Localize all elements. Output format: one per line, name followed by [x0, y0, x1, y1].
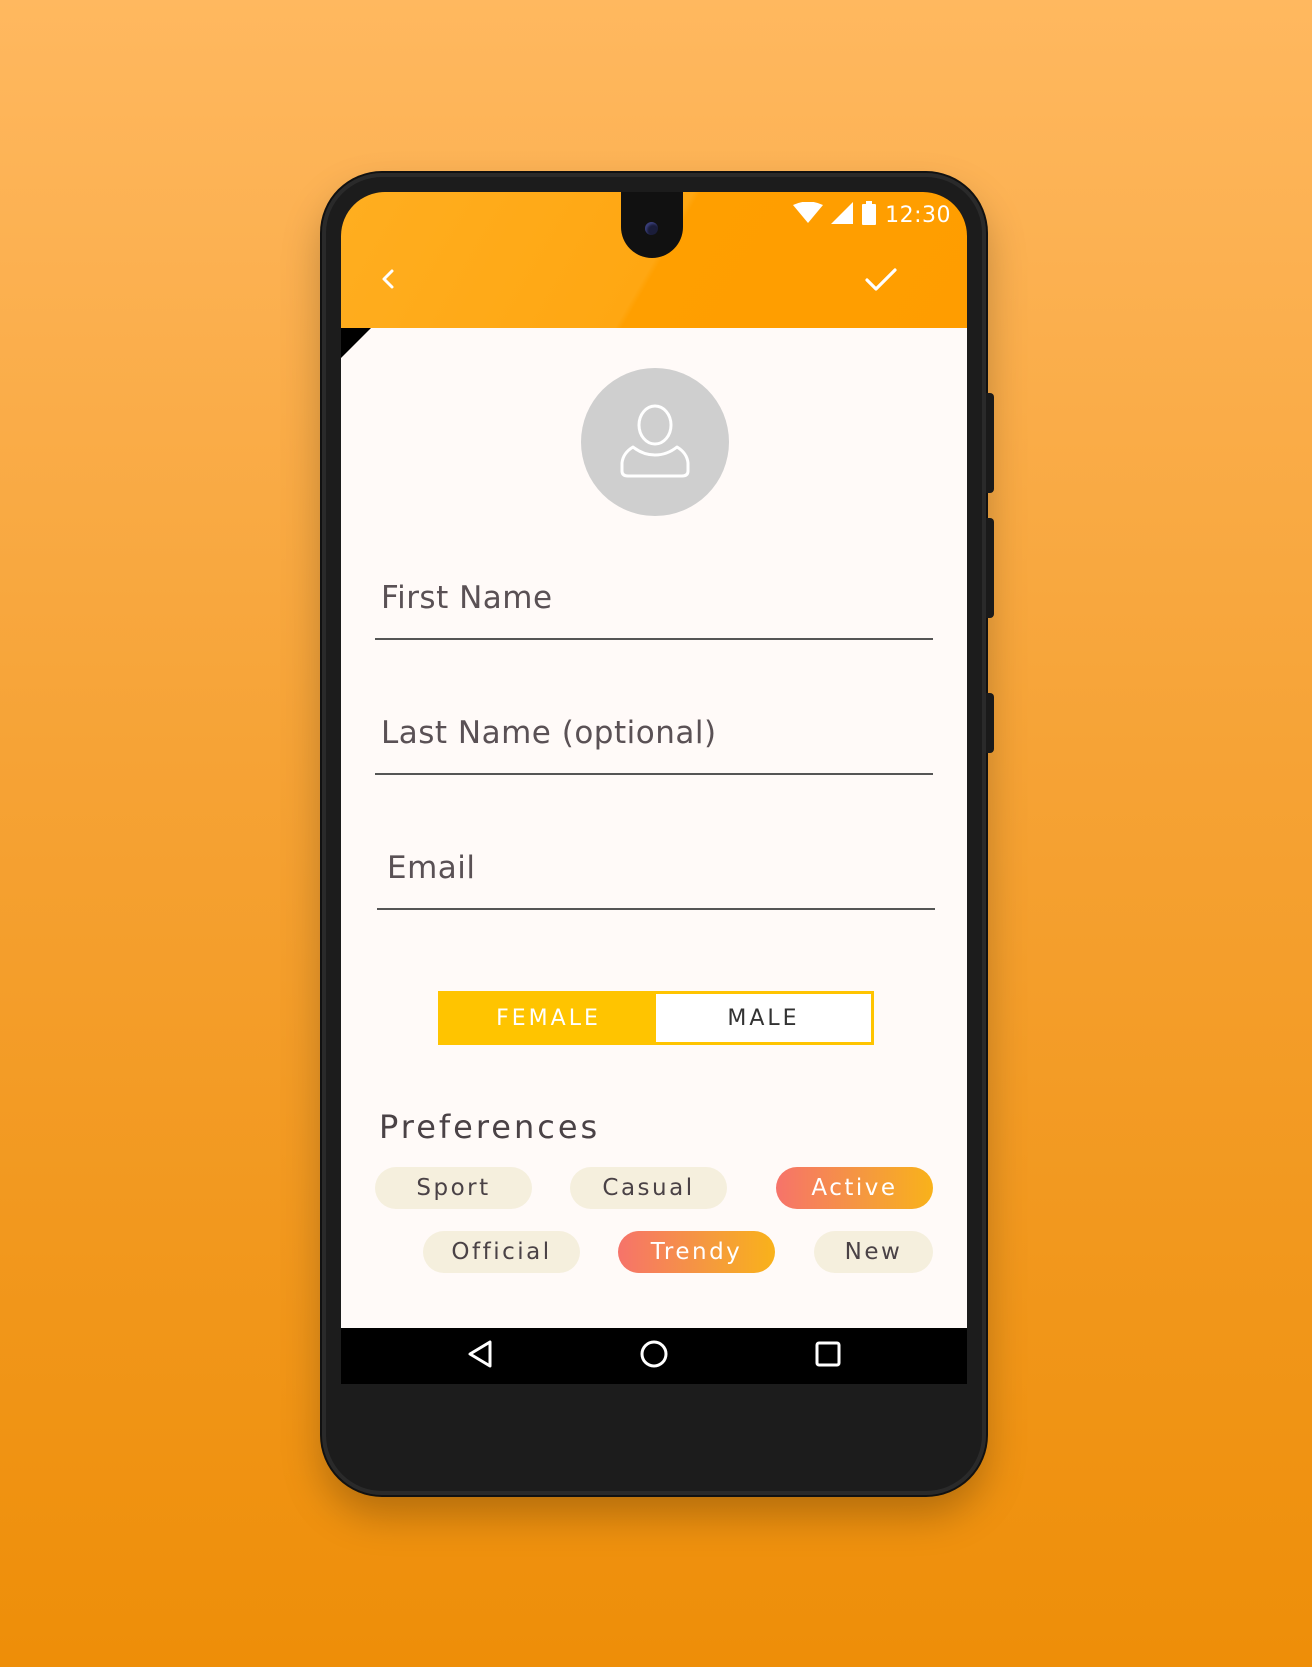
chip-casual[interactable]: Casual: [570, 1167, 727, 1209]
system-nav-bar: [341, 1328, 967, 1384]
first-name-field[interactable]: [375, 568, 939, 640]
gender-female-option[interactable]: FEMALE: [441, 994, 656, 1042]
nav-recents-button[interactable]: [798, 1328, 858, 1384]
nav-home-button[interactable]: [624, 1328, 684, 1384]
status-time: 12:30: [885, 202, 951, 228]
back-button[interactable]: [365, 258, 411, 304]
email-field[interactable]: [377, 838, 945, 910]
status-bar: 12:30: [793, 200, 951, 230]
power-button: [986, 393, 994, 493]
chip-sport[interactable]: Sport: [375, 1167, 532, 1209]
phone-frame: 12:30 First Name Last Name (optional) Em…: [322, 173, 994, 1495]
triangle-back-icon: [466, 1339, 494, 1373]
nav-back-button[interactable]: [450, 1328, 510, 1384]
app-bar: 12:30: [341, 192, 967, 328]
avatar[interactable]: [581, 368, 729, 516]
check-icon: [864, 267, 898, 297]
camera-notch: [621, 192, 683, 258]
first-name-input[interactable]: [375, 568, 939, 628]
save-button[interactable]: [853, 254, 909, 310]
chip-new[interactable]: New: [814, 1231, 933, 1273]
last-name-field[interactable]: [375, 703, 939, 775]
gender-male-option[interactable]: MALE: [656, 994, 871, 1042]
last-name-input[interactable]: [375, 703, 939, 763]
chip-active[interactable]: Active: [776, 1167, 933, 1209]
chevron-left-icon: [379, 268, 397, 294]
wifi-icon: [793, 201, 824, 228]
email-input[interactable]: [377, 838, 945, 898]
square-recents-icon: [814, 1340, 842, 1372]
profile-form: FEMALE MALE Preferences Sport Casual Act…: [341, 328, 967, 1328]
circle-home-icon: [639, 1339, 669, 1373]
side-key: [986, 693, 994, 753]
chip-trendy[interactable]: Trendy: [618, 1231, 775, 1273]
gender-toggle: FEMALE MALE: [438, 991, 874, 1045]
front-camera: [645, 222, 658, 235]
volume-button: [986, 518, 994, 618]
preferences-title: Preferences: [379, 1108, 601, 1146]
user-icon: [619, 401, 691, 483]
signal-icon: [831, 202, 854, 228]
chip-official[interactable]: Official: [423, 1231, 580, 1273]
battery-icon: [861, 201, 877, 229]
screen: 12:30 First Name Last Name (optional) Em…: [341, 192, 967, 1384]
